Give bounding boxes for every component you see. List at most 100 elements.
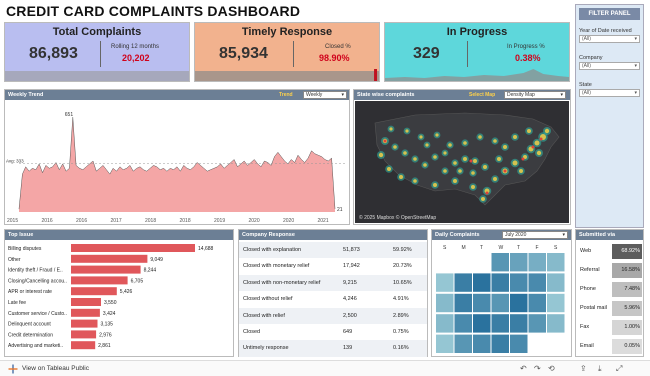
undo-icon[interactable]: ↶ (520, 364, 527, 373)
response-row[interactable]: Closed with non-monetary relief 9,215 10.6… (239, 274, 427, 292)
response-row[interactable]: Closed 649 0.75% (239, 324, 427, 341)
map-select[interactable]: Density Map ▾ (504, 91, 566, 99)
peak-label: 651 (65, 112, 74, 118)
channel-label: Referral (580, 267, 600, 273)
kpi-timely-response[interactable]: Timely Response 85,934 Closed % 98.90% (194, 22, 380, 82)
chevron-down-icon: ▾ (634, 90, 637, 96)
submitted-via-row[interactable]: Fax 1.00% (576, 318, 643, 337)
view-on-tableau-link[interactable]: View on Tableau Public (22, 365, 89, 372)
submitted-via-row[interactable]: Postal mail 5.96% (576, 299, 643, 318)
issue-value-label: 6,705 (131, 278, 144, 284)
chevron-down-icon: ▾ (341, 92, 344, 98)
issue-value-label: 3,424 (103, 311, 116, 317)
filter-company-value: (All) (582, 63, 591, 69)
density-point (503, 145, 507, 149)
issue-category-label: Identity theft / Fraud / E.. (8, 268, 63, 274)
issue-bar (71, 287, 117, 296)
density-point (378, 152, 384, 158)
density-hotspot (521, 157, 525, 161)
response-row[interactable]: Untimely response 139 0.16% (239, 340, 427, 357)
density-point (519, 169, 523, 173)
density-map[interactable]: © 2025 Mapbox © OpenStreetMap (355, 101, 569, 223)
issue-bar (71, 254, 148, 263)
density-point (399, 175, 403, 179)
density-point (433, 155, 437, 159)
density-point (527, 129, 531, 133)
kpi-progress-sparkline (385, 69, 569, 81)
response-row[interactable]: Closed with monetary relief 17,942 20.73% (239, 258, 427, 275)
daily-calendar[interactable]: SMTWTFS (432, 241, 571, 357)
kpi-in-progress[interactable]: In Progress 329 In Progress % 0.38% (384, 22, 570, 82)
x-tick-label: 2020 (249, 218, 260, 224)
submitted-via-row[interactable]: Web 68.92% (576, 242, 643, 261)
density-point (497, 157, 501, 161)
calendar-day-cell (547, 253, 565, 272)
submitted-via-row[interactable]: Email 0.05% (576, 337, 643, 356)
issue-value-label: 9,049 (150, 257, 163, 263)
revert-icon[interactable]: ⟲ (548, 364, 555, 373)
x-tick-label: 2020 (283, 218, 294, 224)
filter-company-select[interactable]: (All) ▾ (579, 62, 640, 70)
submitted-via-table: Web 68.92% Referral 16.58% Phone 7.48% Postal … (576, 242, 643, 357)
company-response-table: Closed with explanation 51,873 59.92% Close… (239, 242, 427, 357)
filter-year-select[interactable]: (All) ▾ (579, 35, 640, 43)
weekly-trend-chart[interactable]: Avg: 333 651 21 2015 2016 2016 2017 2018 2018 201… (5, 100, 349, 224)
issue-value-label: 14,688 (198, 246, 214, 252)
daily-complaints-title: Daily Complaints (435, 232, 480, 238)
density-point (512, 160, 518, 166)
x-tick-label: 2016 (42, 218, 53, 224)
calendar-day-cell (436, 273, 454, 292)
map-control-label: Select Map (469, 92, 496, 98)
company-response-panel: Company Response Closed with explanation… (238, 229, 428, 357)
weekday-label: W (499, 245, 504, 251)
x-tick-label: 2018 (145, 218, 156, 224)
filter-state-label: State (579, 82, 592, 88)
kpi-total-sub-value: 20,202 (122, 53, 150, 63)
fullscreen-icon[interactable]: ⤢ (616, 364, 622, 374)
calendar-day-cell (510, 314, 528, 333)
calendar-day-cell (436, 334, 454, 353)
response-pct: 59.92% (393, 247, 412, 253)
response-label: Closed with non-monetary relief (243, 279, 321, 286)
state-map-panel: State wise complaints Select Map Density… (353, 89, 571, 225)
issue-category-label: Late fee (8, 300, 26, 306)
density-point (413, 179, 417, 183)
response-row[interactable]: Closed with explanation 51,873 59.92% (239, 242, 427, 259)
calendar-day-cell (547, 293, 565, 313)
response-label: Closed (243, 329, 261, 335)
kpi-total-complaints[interactable]: Total Complaints 86,893 Rolling 12 month… (4, 22, 190, 82)
download-icon[interactable]: ⤓ (598, 364, 602, 374)
density-point (544, 128, 550, 134)
density-point (471, 185, 475, 189)
issue-category-label: Billing disputes (8, 246, 42, 252)
response-label: Closed with relief (243, 312, 285, 319)
density-point (435, 133, 439, 137)
response-row[interactable]: Closed with relief 2,500 2.89% (239, 307, 427, 325)
submitted-via-row[interactable]: Phone 7.48% (576, 280, 643, 299)
month-select-value: July 2020 (505, 232, 527, 238)
density-hotspot (531, 145, 535, 149)
chevron-down-icon: ▾ (634, 63, 637, 69)
kpi-total-sub-label: Rolling 12 months (111, 44, 160, 50)
trend-select[interactable]: Weekly ▾ (303, 91, 347, 99)
filter-panel-title: FILTER PANEL (579, 8, 640, 20)
kpi-timely-sub-label: Closed % (325, 44, 351, 50)
density-point (419, 135, 423, 139)
issue-category-label: Customer service / Custo.. (8, 311, 67, 317)
calendar-day-cell (473, 273, 491, 292)
month-select[interactable]: July 2020 ▾ (502, 231, 568, 239)
calendar-day-cell (491, 293, 509, 313)
top-issue-chart[interactable]: Billing disputes 14,688 Other 9,049 Identity… (5, 242, 233, 356)
calendar-day-cell (436, 293, 454, 313)
top-issue-header: Top Issue (5, 230, 233, 240)
response-row[interactable]: Closed without relief 4,246 4.91% (239, 291, 427, 308)
filter-state-select[interactable]: (All) ▾ (579, 89, 640, 97)
redo-icon[interactable]: ↷ (534, 364, 541, 373)
issue-bar (71, 265, 141, 274)
share-icon[interactable]: ⇪ (580, 364, 587, 373)
map-credit: © 2025 Mapbox © OpenStreetMap (359, 214, 436, 221)
submitted-via-row[interactable]: Referral 16.58% (576, 261, 643, 280)
response-count: 17,942 (343, 263, 360, 270)
issue-bar (71, 330, 97, 339)
kpi-progress-sub-label: In Progress % (507, 44, 545, 50)
